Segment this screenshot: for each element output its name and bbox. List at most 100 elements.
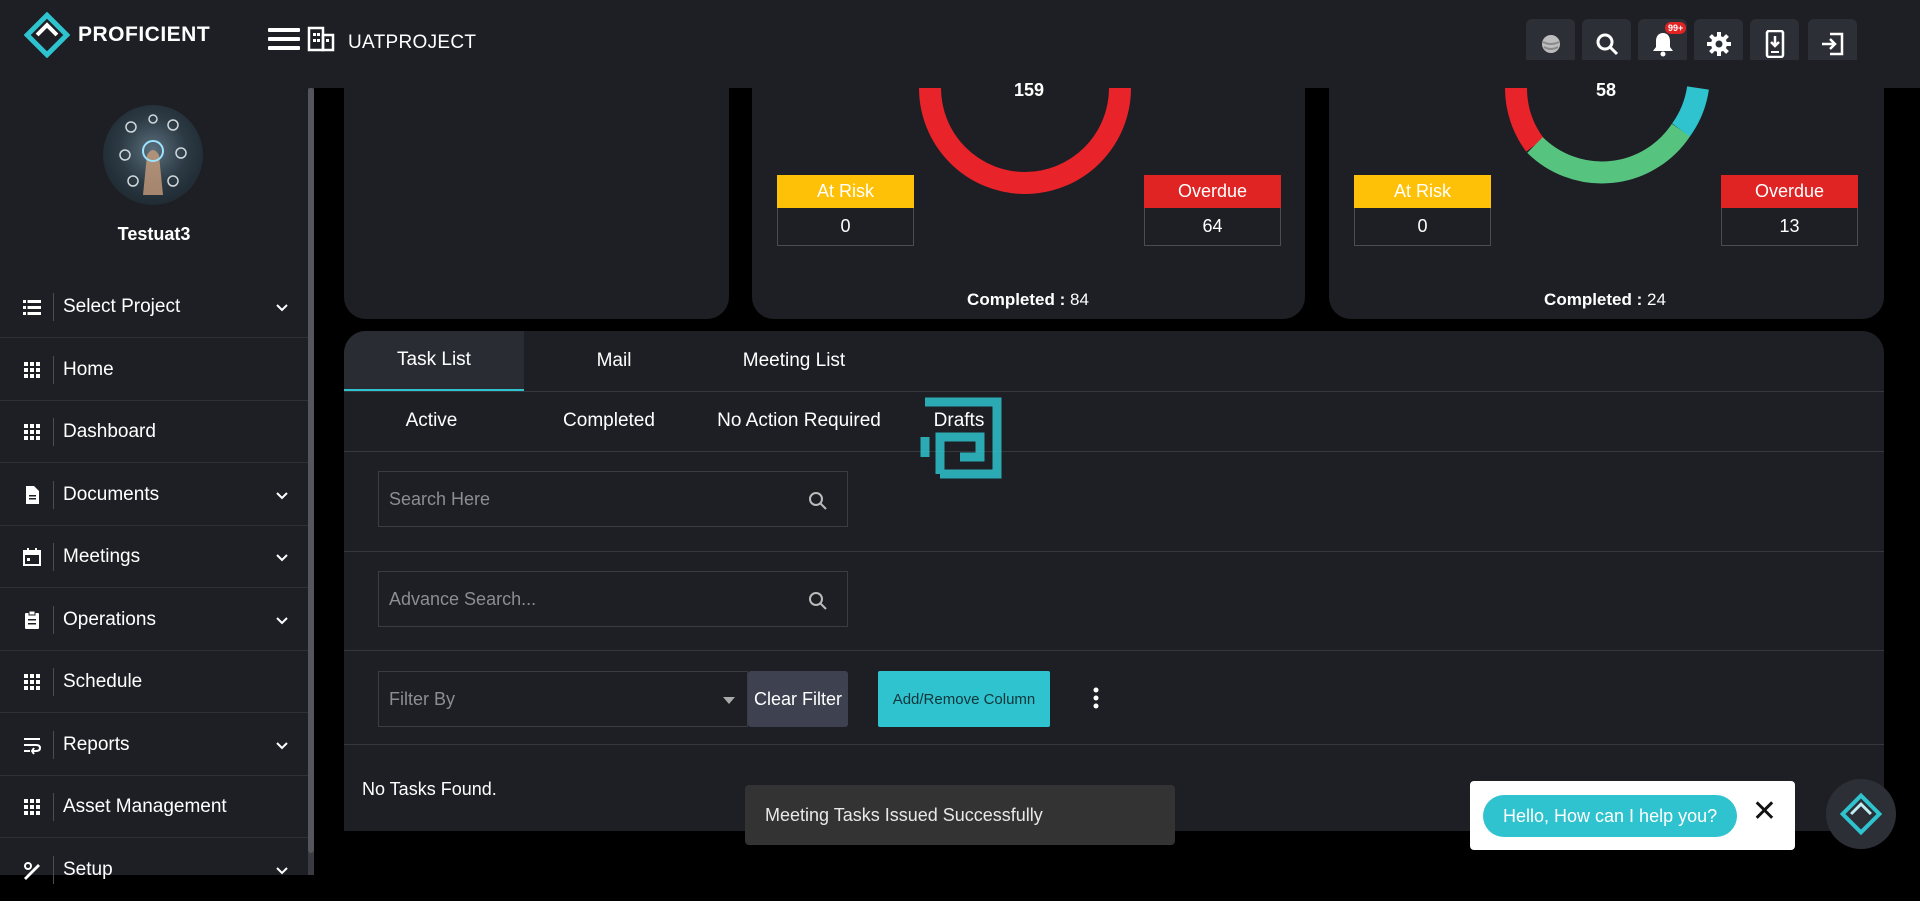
sidebar-item-setup[interactable]: Setup [0,839,308,901]
summary-card-2: 58 At Risk 0 Overdue 13 Completed : 24 [1329,60,1884,319]
menu-toggle-icon[interactable] [268,28,300,52]
search-icon[interactable] [807,490,829,512]
sidebar-item-label: Operations [63,608,156,630]
nav-separator [53,355,54,384]
username: Testuat3 [117,224,191,244]
search-placeholder: Search Here [389,488,491,509]
chevron-down-icon [276,553,288,561]
grid-icon [24,798,40,815]
advance-search-input[interactable]: Advance Search... [378,571,848,627]
tab-task-list[interactable]: Task List [344,331,524,391]
nav-separator [53,417,54,446]
at-risk-label: At Risk [1354,175,1491,208]
chevron-down-icon [276,616,288,624]
sidebar-item-operations[interactable]: Operations [0,589,308,651]
at-risk-value: 0 [1354,208,1491,246]
overdue-value: 13 [1721,208,1858,246]
sidebar-item-dashboard[interactable]: Dashboard [0,401,308,463]
sidebar-item-reports[interactable]: Reports [0,714,308,776]
overdue-label: Overdue [1144,175,1281,208]
more-vertical-icon[interactable] [1092,686,1100,710]
nav-separator [53,292,54,321]
overdue-stat[interactable]: Overdue 64 [1144,175,1281,246]
subtab-completed[interactable]: Completed [519,391,699,451]
avatar-image [119,114,187,195]
logout-icon [1821,32,1843,55]
advance-search-placeholder: Advance Search... [389,588,537,609]
overdue-stat[interactable]: Overdue 13 [1721,175,1858,246]
chevron-down-icon [276,491,288,499]
at-risk-label: At Risk [777,175,914,208]
completed-summary: Completed : 84 [878,290,1178,310]
search-icon [1596,33,1618,55]
sidebar-item-home[interactable]: Home [0,339,308,401]
sidebar-item-label: Setup [63,859,113,880]
summary-card-1: 159 At Risk 0 Overdue 64 Completed : 84 [752,60,1305,319]
sidebar-item-label: Dashboard [63,420,156,442]
document-icon [26,485,39,504]
search-input[interactable]: Search Here [378,471,848,527]
avatar[interactable] [103,105,203,205]
clipboard-icon [25,610,39,629]
nav-separator [53,542,54,571]
chatbot-logo-icon [1839,792,1883,836]
divider [344,551,1884,552]
close-icon[interactable]: ✕ [1752,797,1777,827]
sidebar-item-asset-management[interactable]: Asset Management [0,776,308,838]
at-risk-stat[interactable]: At Risk 0 [777,175,914,246]
at-risk-value: 0 [777,208,914,246]
search-icon[interactable] [807,590,829,612]
completed-label: Completed : [967,290,1066,309]
nav-separator [53,730,54,759]
completed-value: 84 [1070,290,1089,309]
completed-label: Completed : [1544,290,1643,309]
subtab-active[interactable]: Active [344,391,519,451]
brand-logo[interactable]: PROFICIENT [24,12,210,58]
tab-meeting-list[interactable]: Meeting List [704,331,884,391]
task-panel: Task List Mail Meeting List Active Compl… [344,331,1884,831]
at-risk-stat[interactable]: At Risk 0 [1354,175,1491,246]
completed-summary: Completed : 24 [1455,290,1755,310]
sidebar-item-label: Select Project [63,295,181,317]
sidebar-item-documents[interactable]: Documents [0,464,308,526]
sidebar-item-schedule[interactable]: Schedule [0,651,308,713]
divider [344,650,1884,651]
divider [344,451,1884,452]
completed-value: 24 [1647,290,1666,309]
nav-separator [53,856,54,884]
mobile-download-icon [1765,29,1784,58]
globe-icon [1541,34,1560,53]
wrap-text-icon [24,737,42,755]
clear-filter-button[interactable]: Clear Filter [748,671,848,727]
bell-icon [1652,32,1673,56]
subtab-no-action-required[interactable]: No Action Required [699,391,899,451]
chat-greeting[interactable]: Hello, How can I help you? [1483,795,1738,837]
nav-separator [53,792,54,821]
sidebar: Testuat3 Select Project Home Dashboard D… [0,88,308,884]
overdue-value: 64 [1144,208,1281,246]
sidebar-item-label: Meetings [63,545,141,567]
loading-logo-icon [920,397,1002,479]
empty-state-message: No Tasks Found. [362,779,497,799]
setup-icon [24,862,40,880]
add-remove-column-button[interactable]: Add/Remove Column [878,671,1050,727]
grid-icon [24,361,40,378]
building-icon [307,26,335,52]
calendar-icon [23,547,41,566]
chevron-down-icon [276,303,288,311]
nav-separator [53,667,54,696]
chevron-down-icon [276,741,288,749]
grid-icon [24,673,40,690]
nav-separator [53,480,54,509]
summary-card-empty [344,60,729,319]
proficient-logo-icon [24,12,70,58]
sidebar-item-select-project[interactable]: Select Project [0,276,308,338]
caret-down-icon [723,697,735,704]
overdue-label: Overdue [1721,175,1858,208]
sidebar-item-meetings[interactable]: Meetings [0,526,308,588]
tab-mail[interactable]: Mail [524,331,704,391]
nav-separator [53,605,54,634]
filter-by-select[interactable]: Filter By [378,671,748,727]
chatbot-button[interactable] [1826,779,1896,849]
project-name[interactable]: UATPROJECT [348,32,476,54]
